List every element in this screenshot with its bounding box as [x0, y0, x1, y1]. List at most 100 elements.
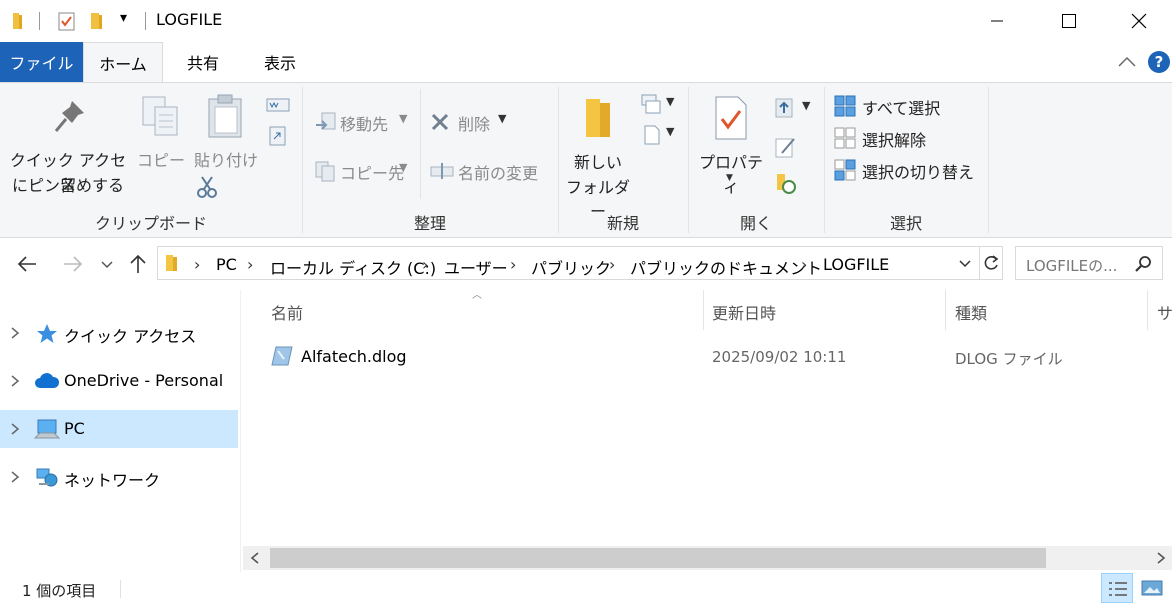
address-dropdown-icon[interactable] [958, 259, 972, 269]
scroll-left-icon[interactable] [250, 552, 260, 564]
copy-icon [142, 96, 178, 136]
copy-to-button[interactable]: コピー先 ▼ [312, 158, 412, 184]
collapse-ribbon-icon[interactable] [1117, 56, 1137, 68]
delete-button[interactable]: 削除 ▼ [428, 109, 518, 135]
column-header-modified[interactable]: 更新日時 [712, 300, 776, 324]
breadcrumb-pc[interactable]: PC [216, 255, 237, 274]
paste-button[interactable]: 貼り付け [192, 93, 260, 173]
separator[interactable] [1147, 290, 1148, 330]
back-icon[interactable] [16, 254, 38, 274]
minimize-button[interactable] [962, 0, 1032, 42]
separator[interactable] [945, 290, 946, 330]
navigation-pane: クイック アクセス OneDrive - Personal PC ネットワーク [0, 290, 240, 572]
properties-check-icon[interactable] [57, 11, 77, 31]
ribbon-tabs: ファイル ホーム 共有 表示 ? [0, 42, 1172, 82]
select-all-label: すべて選択 [862, 99, 941, 118]
breadcrumb-logfile[interactable]: LOGFILE [823, 255, 889, 274]
column-header-name[interactable]: 名前 [271, 300, 303, 324]
open-button[interactable]: ▼ [774, 95, 814, 119]
edit-icon[interactable] [774, 135, 798, 159]
paste-shortcut-icon[interactable] [268, 125, 288, 147]
select-none-label: 選択解除 [862, 131, 927, 150]
breadcrumb-separator[interactable]: › [801, 255, 807, 274]
new-folder-label-1: 新しい [573, 153, 622, 172]
chevron-right-icon[interactable] [10, 423, 20, 435]
refresh-icon[interactable] [982, 254, 1000, 272]
select-all-button[interactable]: すべて選択 [832, 93, 982, 119]
separator [240, 290, 241, 572]
breadcrumb-public[interactable]: パブリック [531, 255, 611, 279]
large-icons-view-button[interactable] [1136, 573, 1168, 603]
breadcrumb-local-disk[interactable]: ローカル ディスク (C:) [270, 255, 436, 279]
new-item-button[interactable]: ▼ [638, 93, 678, 117]
invert-selection-button[interactable]: 選択の切り替え [832, 157, 982, 183]
nav-item-label: OneDrive - Personal [64, 371, 224, 390]
cut-icon[interactable] [196, 175, 218, 199]
window-title: LOGFILE [156, 10, 223, 29]
separator [988, 87, 989, 233]
recent-locations-icon[interactable] [100, 260, 114, 270]
properties-button[interactable]: プロパティ ▼ [694, 91, 768, 196]
copy-path-icon[interactable] [266, 97, 290, 113]
tab-home[interactable]: ホーム [83, 42, 163, 82]
search-icon[interactable] [1134, 255, 1152, 273]
separator[interactable] [703, 290, 704, 330]
tab-share[interactable]: 共有 [163, 42, 243, 82]
paste-icon [208, 94, 242, 138]
properties-icon [715, 96, 747, 140]
qat-dropdown[interactable]: ▾ [120, 10, 127, 26]
copy-button[interactable]: コピー [136, 93, 186, 173]
nav-item-label: ネットワーク [64, 471, 161, 490]
chevron-right-icon[interactable] [10, 471, 20, 483]
details-view-button[interactable] [1101, 573, 1133, 603]
nav-item-network[interactable]: ネットワーク [0, 458, 238, 496]
group-label-select: 選択 [889, 214, 922, 233]
breadcrumb-public-documents[interactable]: パブリックのドキュメント [630, 255, 822, 279]
maximize-button[interactable] [1034, 0, 1104, 42]
rename-icon [430, 163, 454, 179]
close-button[interactable] [1104, 0, 1172, 42]
move-to-icon [316, 112, 336, 130]
search-box[interactable]: LOGFILEの... [1015, 246, 1163, 280]
nav-item-pc[interactable]: PC [0, 410, 238, 448]
table-row[interactable]: Alfatech.dlog 2025/09/02 10:11 DLOG ファイル [262, 340, 1162, 374]
tab-file[interactable]: ファイル [0, 42, 83, 82]
horizontal-scrollbar[interactable] [243, 546, 1172, 570]
rename-label: 名前の変更 [458, 164, 539, 183]
chevron-right-icon[interactable] [10, 327, 20, 339]
ribbon: クイック アクセス にピン留めする コピー 貼り付け クリップボード 移動先 ▼… [0, 82, 1172, 238]
new-item-icon [641, 94, 661, 114]
new-folder-icon[interactable] [88, 11, 108, 31]
breadcrumb-separator[interactable]: › [609, 255, 615, 274]
search-input[interactable]: LOGFILEの... [1026, 255, 1117, 276]
nav-item-onedrive[interactable]: OneDrive - Personal [0, 362, 238, 400]
computer-icon [34, 419, 60, 439]
rename-button[interactable]: 名前の変更 [428, 158, 550, 184]
delete-icon [431, 113, 449, 131]
address-bar[interactable]: › PC › ローカル ディスク (C:) › ユーザー › パブリック › パ… [157, 246, 1003, 280]
easy-access-button[interactable]: ▼ [638, 123, 678, 147]
scrollbar-thumb[interactable] [270, 548, 1046, 568]
pin-quick-access-button[interactable]: クイック アクセス にピン留めする [6, 97, 130, 197]
column-header-type[interactable]: 種類 [955, 300, 987, 324]
up-icon[interactable] [128, 253, 148, 275]
breadcrumb-separator[interactable]: › [194, 255, 200, 274]
move-to-button[interactable]: 移動先 ▼ [312, 109, 412, 135]
breadcrumb-separator[interactable]: › [247, 255, 253, 274]
help-icon[interactable]: ? [1148, 51, 1170, 73]
select-all-icon [834, 95, 856, 117]
scroll-right-icon[interactable] [1156, 552, 1166, 564]
nav-item-quick-access[interactable]: クイック アクセス [0, 314, 238, 352]
folder-icon [586, 99, 610, 137]
forward-icon[interactable] [62, 254, 84, 274]
folder-icon [13, 13, 22, 29]
chevron-right-icon[interactable] [10, 375, 20, 387]
breadcrumb-users[interactable]: ユーザー [444, 255, 508, 279]
history-icon[interactable] [774, 171, 798, 195]
breadcrumb-separator[interactable]: › [510, 255, 516, 274]
tab-view[interactable]: 表示 [243, 42, 317, 82]
column-header-size[interactable]: サ [1157, 300, 1172, 324]
breadcrumb-separator[interactable]: › [422, 255, 428, 274]
select-none-button[interactable]: 選択解除 [832, 125, 982, 151]
new-folder-button[interactable]: 新しい フォルダー [562, 91, 634, 221]
